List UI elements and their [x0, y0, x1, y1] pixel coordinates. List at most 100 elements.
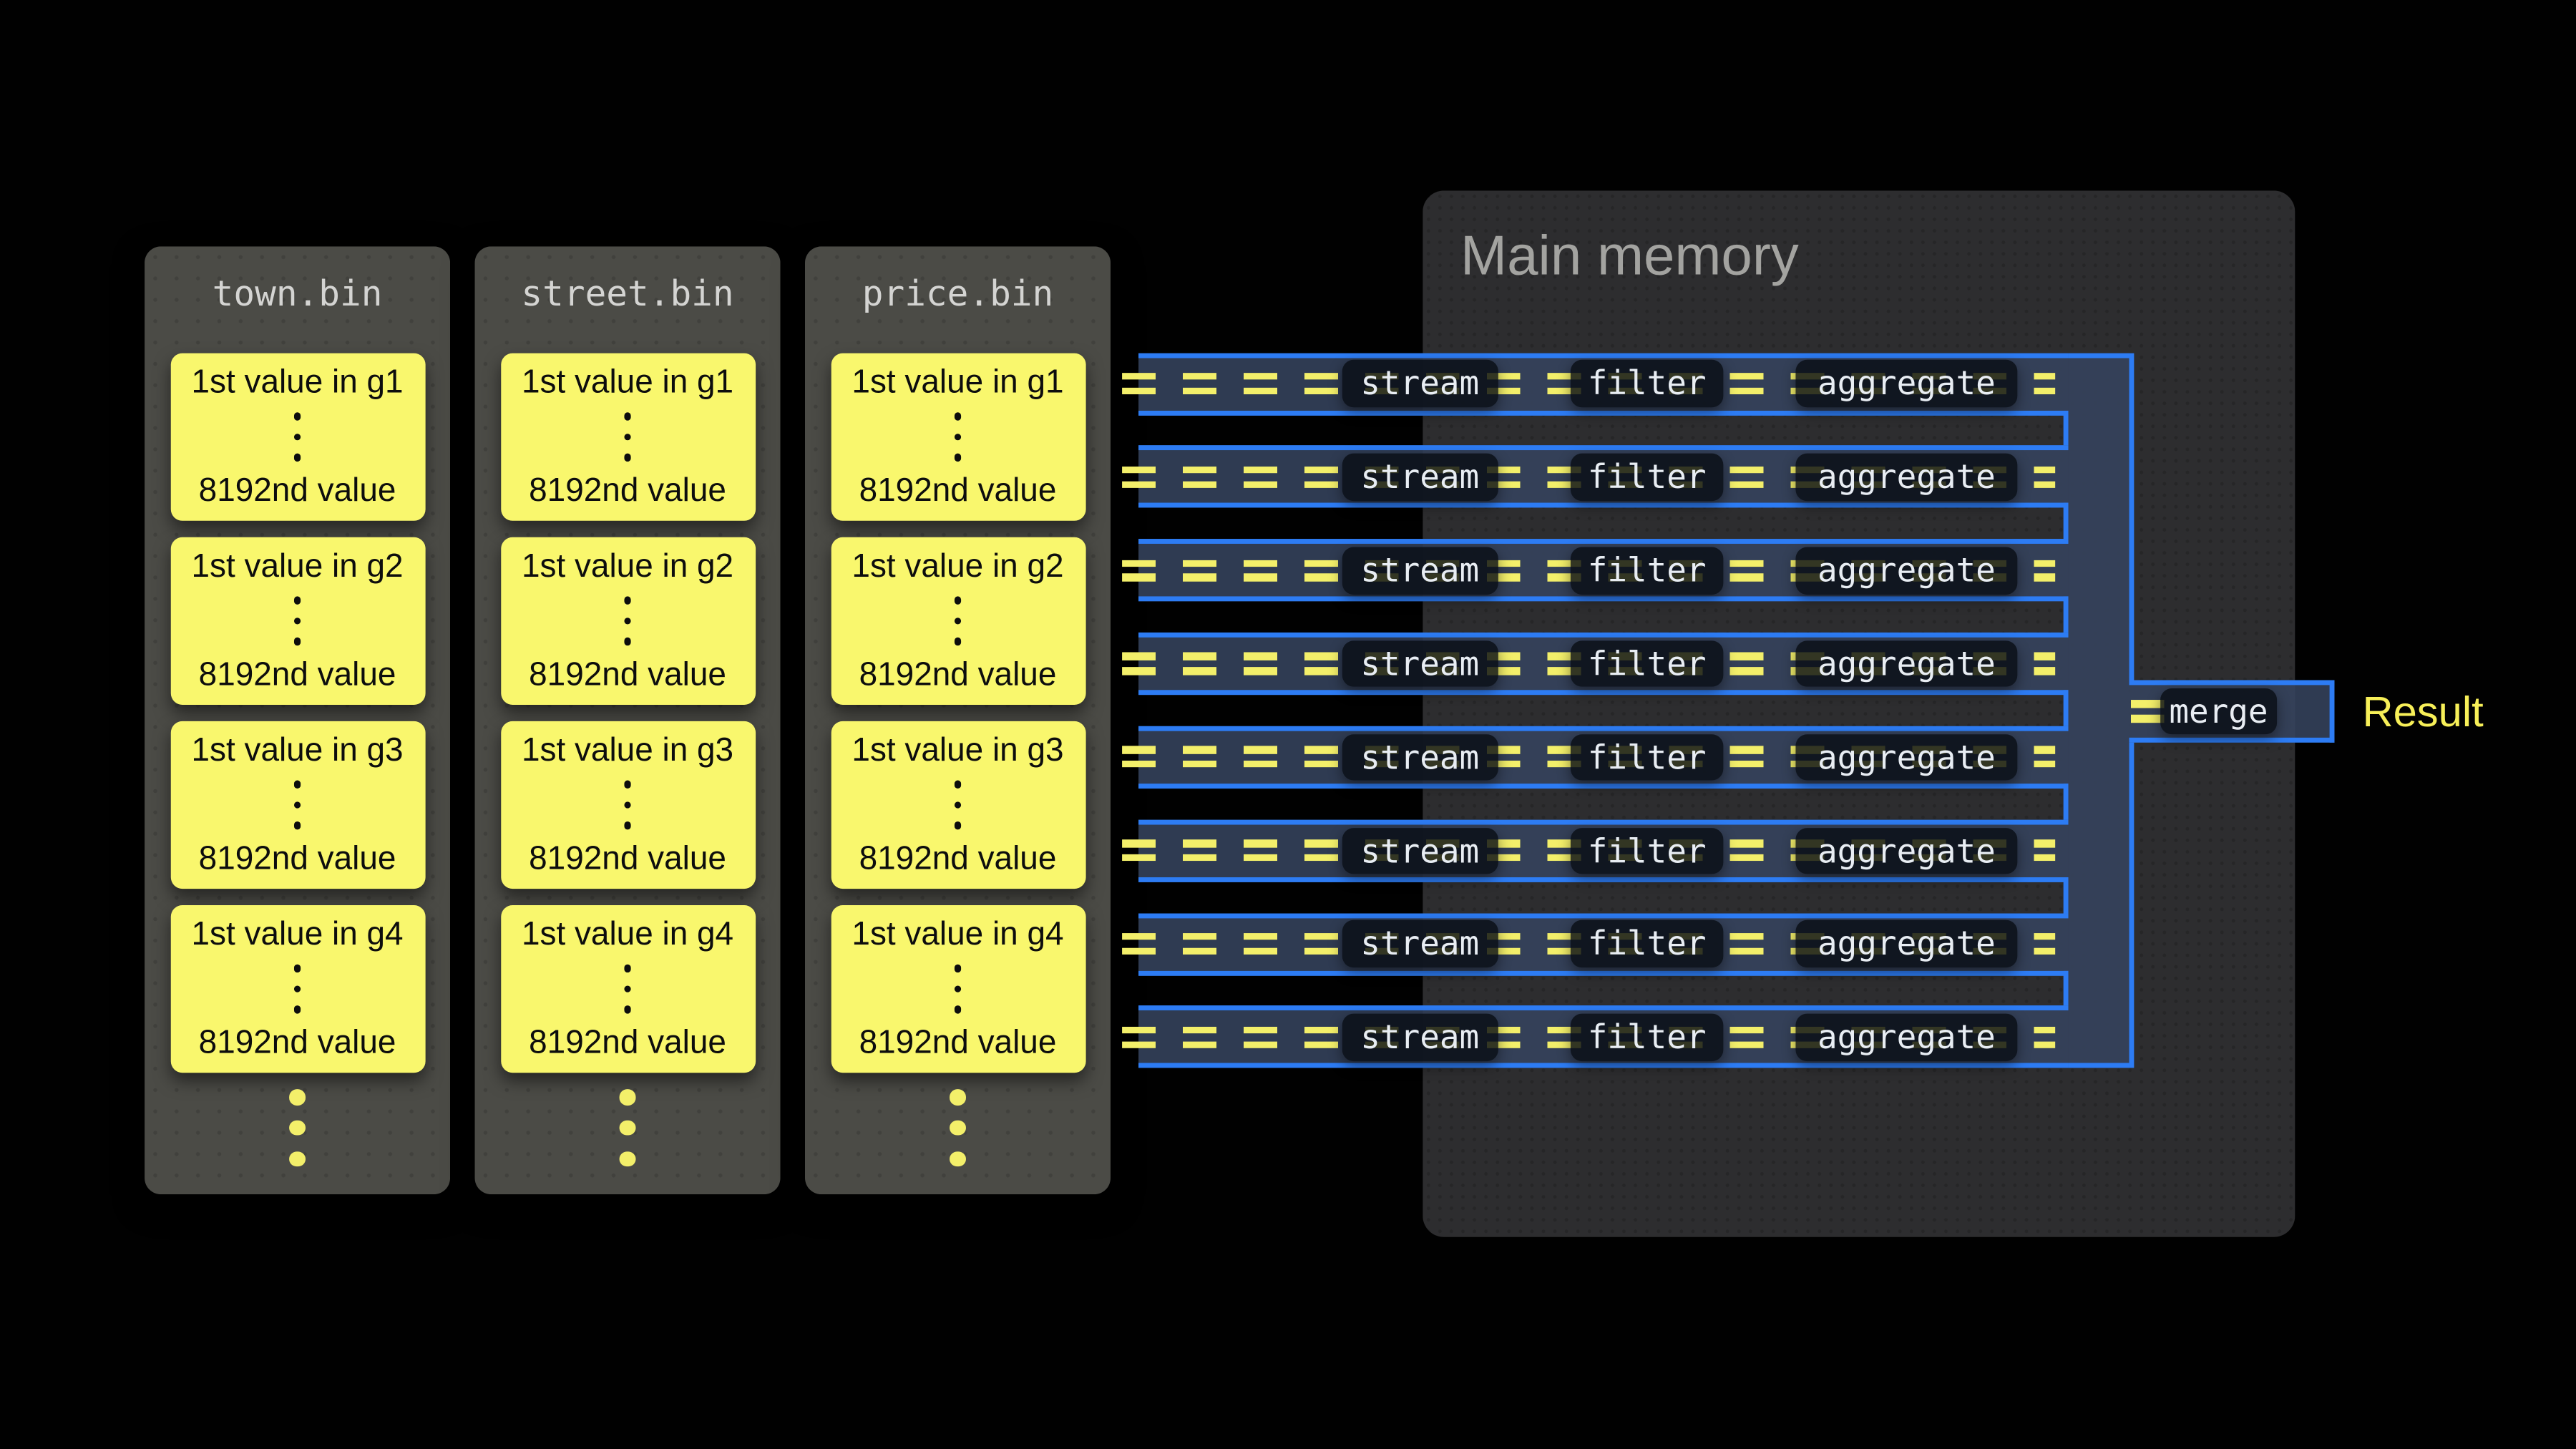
file-name-label: street.bin: [475, 246, 781, 317]
vertical-ellipsis-icon: [293, 965, 301, 1013]
aggregate-operator-box: aggregate: [1795, 454, 2017, 500]
vertical-ellipsis-icon: [624, 781, 631, 829]
pipeline-row-3: stream filter aggregate: [1138, 540, 2068, 602]
vertical-ellipsis-icon: [624, 413, 631, 461]
group-last-value-label: 8192nd value: [859, 472, 1057, 511]
merge-stem: merge: [2129, 680, 2335, 743]
aggregate-operator-box: aggregate: [1795, 920, 2017, 967]
filter-operator-box: filter: [1571, 361, 1724, 407]
group-last-value-label: 8192nd value: [199, 655, 396, 695]
vertical-ellipsis-icon: [293, 413, 301, 461]
pipeline-row-7: stream filter aggregate: [1138, 913, 2068, 975]
vertical-ellipsis-icon: [954, 597, 961, 645]
filter-operator-box: filter: [1571, 827, 1724, 874]
more-groups-ellipsis-icon: [145, 1089, 450, 1166]
group-first-value-label: 1st value in g3: [522, 731, 733, 771]
bus-notch-border: [2064, 877, 2069, 917]
merge-operator-box: merge: [2160, 688, 2277, 734]
bus-right-border: [2129, 353, 2134, 686]
stream-operator-box: stream: [1342, 547, 1498, 594]
group-first-value-label: 1st value in g3: [852, 731, 1063, 771]
group-first-value-label: 1st value in g2: [191, 547, 403, 587]
filter-operator-box: filter: [1571, 920, 1724, 967]
aggregate-operator-box: aggregate: [1795, 547, 2017, 594]
group-last-value-label: 8192nd value: [529, 1023, 726, 1063]
aggregate-operator-box: aggregate: [1795, 733, 2017, 780]
value-group-card: 1st value in g1 8192nd value: [170, 353, 425, 521]
group-first-value-label: 1st value in g2: [522, 547, 733, 587]
bus-notch-border: [2064, 410, 2069, 451]
value-group-card: 1st value in g3 8192nd value: [500, 721, 755, 889]
group-first-value-label: 1st value in g4: [522, 915, 733, 955]
filter-operator-box: filter: [1571, 640, 1724, 687]
stream-operator-box: stream: [1342, 733, 1498, 780]
aggregate-operator-box: aggregate: [1795, 1014, 2017, 1060]
file-column-price-bin: price.bin1st value in g18192nd value1st …: [805, 246, 1111, 1194]
group-last-value-label: 8192nd value: [529, 655, 726, 695]
vertical-ellipsis-icon: [954, 781, 961, 829]
value-group-card: 1st value in g2 8192nd value: [831, 537, 1085, 705]
pipeline-row-1: streamfilteraggregate: [1138, 353, 2068, 415]
stream-operator-box: stream: [1342, 640, 1498, 687]
group-last-value-label: 8192nd value: [859, 655, 1057, 695]
value-group-card: 1st value in g4 8192nd value: [170, 905, 425, 1073]
group-first-value-label: 1st value in g1: [191, 363, 403, 402]
pipeline-row-2: stream filter aggregate: [1138, 446, 2068, 508]
file-name-label: price.bin: [805, 246, 1111, 317]
value-group-card: 1st value in g4 8192nd value: [831, 905, 1085, 1073]
value-group-card: 1st value in g4 8192nd value: [500, 905, 755, 1073]
pipeline-row-8: stream filter aggregate: [1138, 1006, 2068, 1068]
file-column-street-bin: street.bin1st value in g18192nd value1st…: [475, 246, 781, 1194]
main-memory-title: Main memory: [1460, 223, 1799, 289]
group-last-value-label: 8192nd value: [199, 1023, 396, 1063]
bus-notch-border: [2064, 597, 2069, 638]
value-group-card: 1st value in g3 8192nd value: [831, 721, 1085, 889]
vertical-ellipsis-icon: [624, 965, 631, 1013]
value-group-card: 1st value in g1 8192nd value: [831, 353, 1085, 521]
group-last-value-label: 8192nd value: [529, 839, 726, 879]
pipeline-row-6: stream filter aggregate: [1138, 819, 2068, 882]
value-group-card: 1st value in g3 8192nd value: [170, 721, 425, 889]
group-first-value-label: 1st value in g3: [191, 731, 403, 771]
bus-right-border: [2129, 738, 2134, 1068]
bus-notch-border: [2064, 690, 2069, 731]
value-group-card: 1st value in g2 8192nd value: [500, 537, 755, 705]
aggregate-operator-box: aggregate: [1795, 640, 2017, 687]
result-label: Result: [2363, 685, 2484, 737]
stream-operator-box: stream: [1342, 920, 1498, 967]
filter-operator-box: filter: [1571, 1014, 1724, 1060]
group-last-value-label: 8192nd value: [529, 472, 726, 511]
group-first-value-label: 1st value in g1: [852, 363, 1063, 402]
aggregate-operator-box: aggregate: [1795, 361, 2017, 407]
group-first-value-label: 1st value in g2: [852, 547, 1063, 587]
pipeline-row-4: stream filter aggregate: [1138, 633, 2068, 695]
stream-operator-box: stream: [1342, 1014, 1498, 1060]
bus-notch-border: [2064, 970, 2069, 1011]
vertical-ellipsis-icon: [954, 413, 961, 461]
aggregate-operator-box: aggregate: [1795, 827, 2017, 874]
pipeline-bus: [2069, 353, 2129, 1068]
group-last-value-label: 8192nd value: [859, 1023, 1057, 1063]
filter-operator-box: filter: [1571, 454, 1724, 500]
more-groups-ellipsis-icon: [475, 1089, 781, 1166]
vertical-ellipsis-icon: [954, 965, 961, 1013]
file-name-label: town.bin: [145, 246, 450, 317]
pipeline-row-5: stream filter aggregate: [1138, 726, 2068, 789]
stream-operator-box: stream: [1342, 454, 1498, 500]
group-last-value-label: 8192nd value: [199, 472, 396, 511]
more-groups-ellipsis-icon: [805, 1089, 1111, 1166]
stream-operator-box: stream: [1342, 827, 1498, 874]
bus-notch-border: [2064, 784, 2069, 824]
filter-operator-box: filter: [1571, 547, 1724, 594]
group-first-value-label: 1st value in g4: [852, 915, 1063, 955]
vertical-ellipsis-icon: [293, 781, 301, 829]
value-group-card: 1st value in g1 8192nd value: [500, 353, 755, 521]
group-last-value-label: 8192nd value: [859, 839, 1057, 879]
group-last-value-label: 8192nd value: [199, 839, 396, 879]
file-column-town-bin: town.bin1st value in g18192nd value1st v…: [145, 246, 450, 1194]
value-group-card: 1st value in g2 8192nd value: [170, 537, 425, 705]
filter-operator-box: filter: [1571, 733, 1724, 780]
group-first-value-label: 1st value in g1: [522, 363, 733, 402]
group-first-value-label: 1st value in g4: [191, 915, 403, 955]
diagram-canvas: town.bin1st value in g18192nd value1st v…: [0, 0, 2576, 1449]
